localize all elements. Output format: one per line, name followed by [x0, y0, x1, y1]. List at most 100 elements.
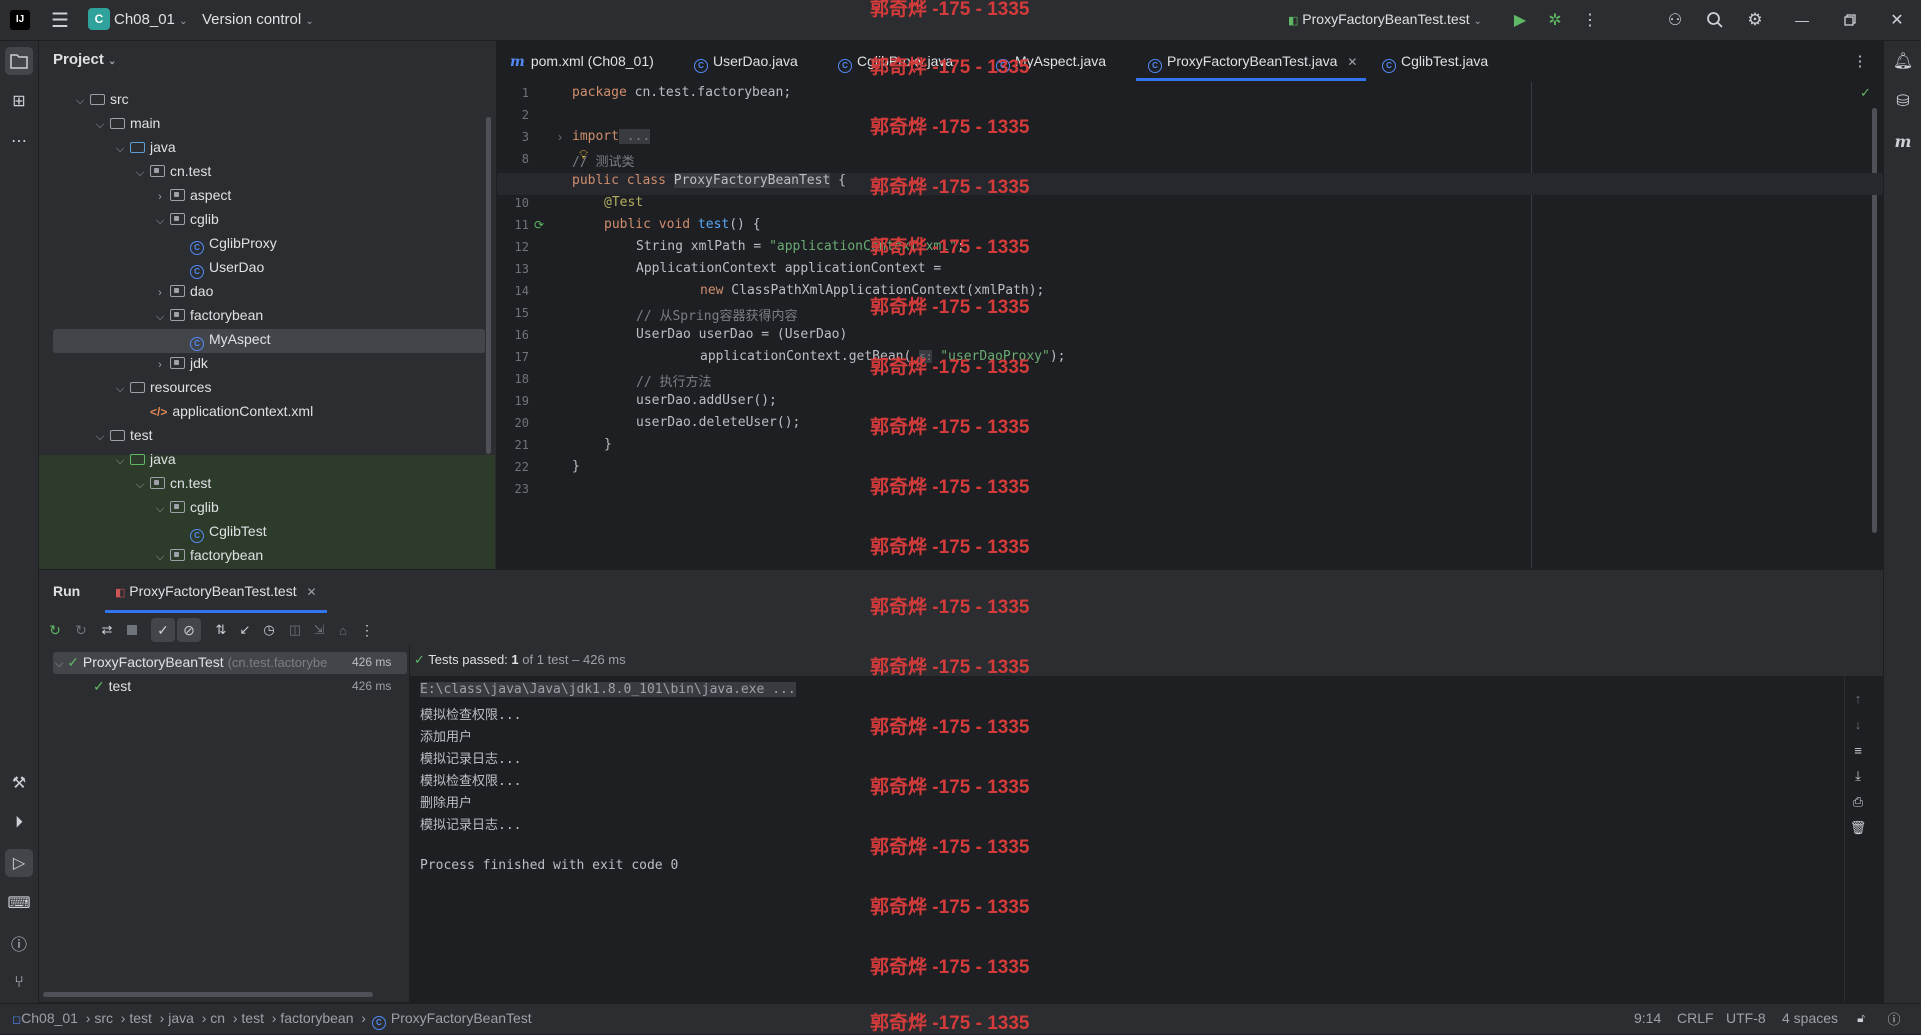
- close-tab-icon[interactable]: ✕: [1347, 55, 1357, 69]
- structure-icon[interactable]: ⊞: [5, 87, 33, 115]
- folded-imports[interactable]: ...: [618, 129, 651, 144]
- terminal-icon[interactable]: ⌨: [5, 889, 33, 917]
- minimize-icon[interactable]: —: [1790, 8, 1814, 32]
- run-icon[interactable]: ▶: [1508, 8, 1532, 32]
- file-encoding[interactable]: UTF-8: [1726, 1010, 1766, 1026]
- show-ignored-icon[interactable]: ⊘: [177, 618, 201, 642]
- line-separator[interactable]: CRLF: [1677, 1010, 1714, 1026]
- tree-item-test-factorybean[interactable]: ⌵ factorybean: [152, 543, 263, 567]
- close-window-icon[interactable]: ✕: [1885, 8, 1909, 32]
- tab-myaspect[interactable]: C MyAspect.java: [994, 41, 1106, 81]
- tab-cglibtest[interactable]: C CglibTest.java: [1380, 41, 1488, 81]
- tree-item-resources[interactable]: ⌵ resources: [112, 375, 212, 399]
- run-panel-title[interactable]: Run: [53, 583, 80, 599]
- import-icon[interactable]: ⌂: [333, 620, 353, 640]
- test-suite-row[interactable]: ⌵ ✓ ProxyFactoryBeanTest (cn.test.factor…: [55, 654, 327, 671]
- tree-item-aspect[interactable]: › aspect: [152, 183, 231, 207]
- tab-cglibproxy[interactable]: C CglibProxy.java: [836, 41, 953, 81]
- show-passed-icon[interactable]: ✓: [151, 618, 175, 642]
- tree-item-jdk[interactable]: › jdk: [152, 351, 208, 375]
- code-editor[interactable]: [497, 82, 1883, 568]
- main-menu-icon[interactable]: ☰: [48, 8, 72, 32]
- maven-icon[interactable]: m: [1889, 127, 1917, 155]
- problems-icon[interactable]: ⓘ: [5, 929, 33, 957]
- tab-userdao[interactable]: C UserDao.java: [692, 41, 798, 81]
- tree-item-factorybean[interactable]: ⌵ factorybean: [152, 303, 263, 327]
- breadcrumb-item[interactable]: ProxyFactoryBeanTest: [391, 1010, 532, 1026]
- run-config-selector[interactable]: ◧ ProxyFactoryBeanTest.test ⌄: [1288, 11, 1482, 27]
- tree-item-userdao[interactable]: C UserDao: [188, 255, 264, 279]
- tree-item-test-cglib[interactable]: ⌵ cglib: [152, 495, 219, 519]
- tab-actions-icon[interactable]: ⋮: [1850, 50, 1870, 72]
- rerun-icon[interactable]: ↻: [45, 620, 65, 640]
- breadcrumb-item[interactable]: test: [129, 1010, 152, 1026]
- tab-proxyfactorybeantest[interactable]: C ProxyFactoryBeanTest.java ✕: [1136, 41, 1366, 81]
- services-icon[interactable]: ⏵: [5, 809, 33, 837]
- more-tools-icon[interactable]: ⋯: [5, 127, 33, 155]
- tree-item-applicationcontext-xml[interactable]: </> applicationContext.xml: [148, 399, 313, 423]
- app-logo-icon[interactable]: IJ: [10, 10, 30, 30]
- stop-icon[interactable]: [127, 625, 137, 635]
- tree-scrollbar[interactable]: [486, 117, 491, 454]
- database-icon[interactable]: ⛁: [1889, 87, 1917, 115]
- tree-item-cglibproxy[interactable]: C CglibProxy: [188, 231, 277, 255]
- lightbulb-icon[interactable]: 💡︎: [579, 147, 588, 163]
- build-hammer-icon[interactable]: ⚒: [5, 769, 33, 797]
- rerun-failed-icon[interactable]: ↻: [71, 620, 91, 640]
- breadcrumb-item[interactable]: Ch08_01: [21, 1010, 78, 1026]
- breadcrumb-item[interactable]: java: [168, 1010, 194, 1026]
- project-badge[interactable]: C: [88, 8, 110, 30]
- scroll-to-end-icon[interactable]: ⤓: [1848, 766, 1868, 786]
- print-icon[interactable]: ⎙: [1848, 792, 1868, 812]
- sort-duration-icon[interactable]: ↙: [235, 620, 255, 640]
- breadcrumb-item[interactable]: src: [94, 1010, 113, 1026]
- tab-pom-xml[interactable]: m pom.xml (Ch08_01): [510, 41, 654, 81]
- status-info-icon[interactable]: ⓘ: [1885, 1009, 1903, 1027]
- console-line[interactable]: E:\class\java\Java\jdk1.8.0_101\bin\java…: [420, 682, 796, 697]
- tree-item-test[interactable]: ⌵ test: [92, 423, 153, 447]
- test-history-icon[interactable]: ◷: [259, 620, 279, 640]
- editor-scrollbar[interactable]: [1872, 108, 1877, 533]
- debug-icon[interactable]: ✲: [1543, 8, 1567, 32]
- tree-item-dao[interactable]: › dao: [152, 279, 213, 303]
- clear-trash-icon[interactable]: 🗑︎: [1848, 818, 1868, 838]
- close-tab-icon[interactable]: ✕: [306, 585, 316, 599]
- breadcrumb-item[interactable]: test: [241, 1010, 264, 1026]
- read-only-lock-icon[interactable]: 🔓︎: [1852, 1009, 1870, 1027]
- tree-item-cn-test[interactable]: ⌵ cn.test: [132, 159, 211, 183]
- export-icon[interactable]: ⇲: [309, 620, 329, 640]
- project-selector[interactable]: Ch08_01 ⌄: [114, 11, 187, 28]
- vcs-widget[interactable]: Version control ⌄: [202, 11, 314, 28]
- tree-item-myaspect[interactable]: C MyAspect: [188, 327, 270, 351]
- notifications-bell-icon[interactable]: 🔔︎: [1889, 47, 1917, 75]
- search-icon[interactable]: [1703, 8, 1727, 32]
- fold-chevron-icon[interactable]: ›: [558, 130, 562, 144]
- scroll-down-icon[interactable]: ↓: [1848, 714, 1868, 734]
- run-tool-icon[interactable]: ▷: [5, 849, 33, 877]
- tree-item-src[interactable]: ⌵ src: [72, 87, 129, 111]
- breadcrumb-item[interactable]: cn: [210, 1010, 225, 1026]
- tree-item-cglibtest[interactable]: C CglibTest: [188, 519, 267, 543]
- run-config-tab[interactable]: ◧ ProxyFactoryBeanTest.test ✕: [105, 583, 327, 613]
- inspection-ok-icon[interactable]: ✓: [1860, 85, 1871, 101]
- git-branch-icon[interactable]: ⑂: [5, 969, 33, 997]
- add-user-icon[interactable]: ⚇: [1663, 8, 1687, 32]
- screenshot-icon[interactable]: ◫: [285, 620, 305, 640]
- tree-item-cglib[interactable]: ⌵ cglib: [152, 207, 219, 231]
- more-options-icon[interactable]: ⋮: [357, 620, 377, 640]
- console-output[interactable]: ✓ Tests passed: 1 of 1 test – 426 ms E:\…: [410, 646, 1883, 1002]
- more-actions-icon[interactable]: ⋮: [1578, 8, 1602, 32]
- indent-setting[interactable]: 4 spaces: [1782, 1010, 1838, 1026]
- project-panel-title[interactable]: Project ⌄: [53, 51, 116, 68]
- toggle-auto-test-icon[interactable]: ⇄: [97, 620, 117, 640]
- tree-item-test-cn-test[interactable]: ⌵ cn.test: [132, 471, 211, 495]
- test-case-row[interactable]: ✓ test: [93, 678, 131, 695]
- soft-wrap-icon[interactable]: ≡: [1848, 740, 1868, 760]
- tree-item-java[interactable]: ⌵ java: [112, 135, 176, 159]
- sort-alpha-icon[interactable]: ⇅: [211, 620, 231, 640]
- caret-position[interactable]: 9:14: [1634, 1010, 1661, 1026]
- breadcrumb-item[interactable]: factorybean: [280, 1010, 353, 1026]
- run-test-gutter-icon[interactable]: ⟳: [534, 218, 544, 232]
- restore-icon[interactable]: [1838, 8, 1862, 32]
- scroll-up-icon[interactable]: ↑: [1848, 688, 1868, 708]
